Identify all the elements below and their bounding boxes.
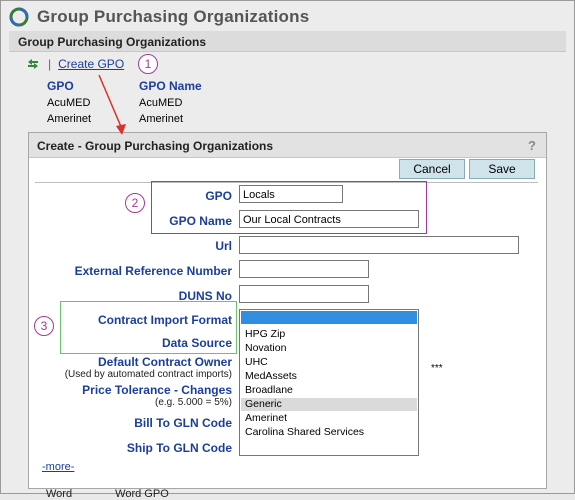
dropdown-option[interactable]: Carolina Shared Services [241,426,417,439]
list-toolbar: | Create GPO [26,57,124,71]
toolbar-separator: | [48,57,52,71]
url-input[interactable] [239,236,519,254]
bill-to-gln-label: Bill To GLN Code [134,416,232,430]
default-contract-owner-label: Default Contract Owner [97,355,232,369]
gpo-label: GPO [205,189,232,203]
gpo-name-input[interactable]: Our Local Contracts [239,210,419,228]
app-header: Group Purchasing Organizations [9,5,309,29]
data-source-dropdown-list[interactable]: HPG Zip Novation UHC MedAssets Broadlane… [239,309,419,456]
dropdown-option[interactable]: HPG Zip [241,328,417,341]
annotation-badge-1: 1 [138,54,158,74]
help-icon[interactable]: ? [528,138,536,153]
dialog-title: Create - Group Purchasing Organizations [37,139,274,153]
dropdown-option-selected[interactable]: Generic [241,398,417,411]
app-title: Group Purchasing Organizations [37,7,310,26]
refresh-icon[interactable] [26,58,40,70]
table-cell-gpo[interactable]: Amerinet [47,113,91,125]
section-header: Group Purchasing Organizations [9,31,566,52]
cancel-button[interactable]: Cancel [399,159,465,179]
dropdown-option[interactable]: Amerinet [241,412,417,425]
annotation-badge-2: 2 [125,193,145,213]
gpo-name-column-header[interactable]: GPO Name [139,79,202,93]
partial-cell: Word GPO [115,488,169,500]
data-source-label: Data Source [161,336,232,350]
table-cell-gpo-name[interactable]: Amerinet [139,113,183,125]
contract-import-format-label: Contract Import Format [97,313,232,327]
price-tolerance-label: Price Tolerance - Changes [82,383,232,397]
dropdown-selected-bar[interactable] [241,311,417,324]
create-gpo-link[interactable]: Create GPO [58,57,124,71]
gpo-name-label: GPO Name [169,214,232,228]
ship-to-gln-label: Ship To GLN Code [126,441,232,455]
app-window: Group Purchasing Organizations Group Pur… [0,0,575,500]
partial-cell: Word [46,488,73,500]
default-contract-owner-sublabel: (Used by automated contract imports) [64,369,232,380]
external-reference-input[interactable] [239,260,369,278]
table-cell-gpo[interactable]: AcuMED [47,97,90,109]
external-reference-label: External Reference Number [74,264,232,278]
url-label: Url [215,239,232,253]
dropdown-option[interactable]: UHC [241,356,417,369]
section-title: Group Purchasing Organizations [18,35,207,49]
create-gpo-dialog: Create - Group Purchasing Organizations … [28,132,547,489]
dialog-header: Create - Group Purchasing Organizations … [29,133,546,158]
dropdown-option[interactable]: Broadlane [241,384,417,397]
duns-input[interactable] [239,285,369,303]
dropdown-option[interactable]: MedAssets [241,370,417,383]
partial-table-row: Word Word GPO [46,488,169,500]
dropdown-option[interactable]: Novation [241,342,417,355]
app-logo-icon [9,7,29,27]
save-button[interactable]: Save [469,159,535,179]
gpo-input[interactable]: Locals [239,185,343,203]
table-cell-gpo-name[interactable]: AcuMED [139,97,182,109]
default-contract-owner-value: *** [431,363,443,374]
gpo-column-header[interactable]: GPO [47,79,74,93]
annotation-badge-3: 3 [34,316,54,336]
price-tolerance-sublabel: (e.g. 5.000 = 5%) [155,397,232,408]
more-link[interactable]: -more- [42,461,74,473]
